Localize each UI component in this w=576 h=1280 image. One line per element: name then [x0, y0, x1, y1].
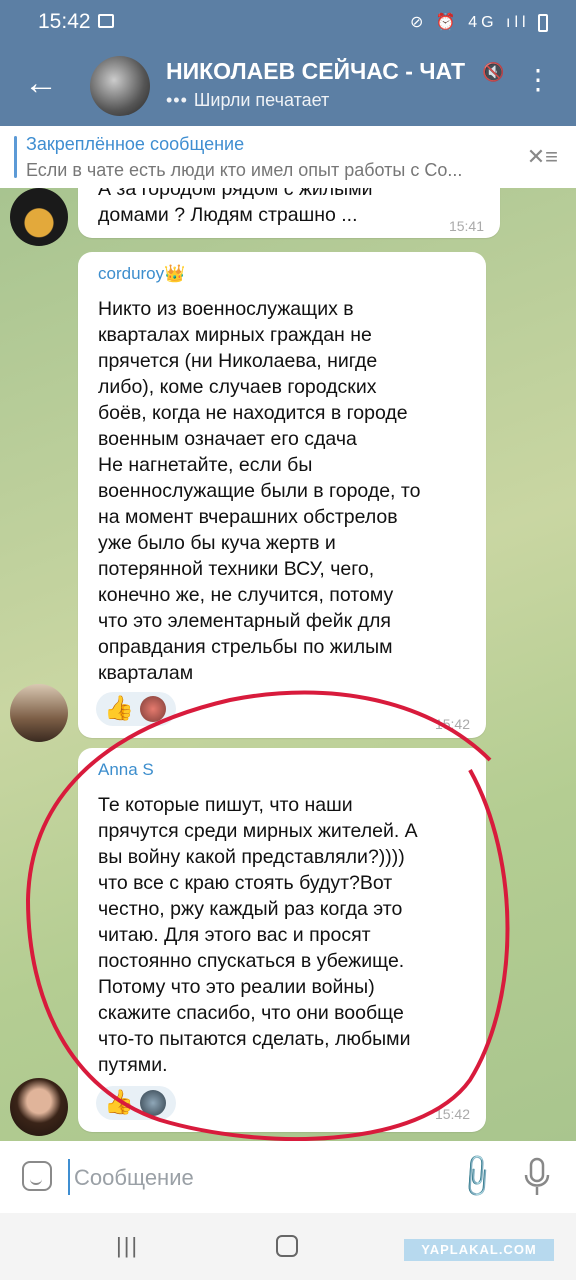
- home-icon[interactable]: [276, 1235, 298, 1257]
- pin-list-icon[interactable]: ✕≡: [527, 144, 558, 170]
- message-line: скажите спасибо, что они вообще: [98, 1002, 404, 1024]
- status-time: 15:42: [38, 10, 91, 33]
- more-options-icon[interactable]: ⋮: [524, 66, 552, 94]
- message-line: вы войну какой представляли?)))): [98, 846, 405, 868]
- status-icons-text: ⊘ ⏰ 4G ıll: [409, 14, 530, 31]
- message-composer: Сообщение 📎: [0, 1141, 576, 1213]
- chat-title[interactable]: НИКОЛАЕВ СЕЙЧАС - ЧАТ: [166, 58, 465, 85]
- message-bubble[interactable]: Anna S Те которые пишут, что наши прячут…: [78, 748, 486, 1132]
- message-line: прячутся среди мирных жителей. А: [98, 820, 418, 842]
- typing-text: Ширли печатает: [193, 90, 330, 110]
- message-line: уже было бы куча жертв и: [98, 532, 336, 554]
- avatar[interactable]: [10, 684, 68, 742]
- recent-apps-icon[interactable]: |||: [116, 1233, 139, 1259]
- muted-icon: 🔇: [482, 62, 505, 82]
- pinned-message-bar[interactable]: Закреплённое сообщение Если в чате есть …: [0, 126, 576, 189]
- message-line: конечно же, не случится, потому: [98, 584, 394, 606]
- message-line: на момент вчерашних обстрелов: [98, 506, 398, 528]
- message-author[interactable]: Anna S: [98, 760, 154, 780]
- status-bar: 15:42 ⊘ ⏰ 4G ıll: [0, 0, 576, 44]
- message-line: прячется (ни Николаева, нигде: [98, 350, 378, 372]
- message-text: Те которые пишут, что наши прячутся сред…: [98, 792, 418, 1078]
- reactor-avatar: [140, 1090, 166, 1116]
- message-line: что-то пытаются сделать, любыми: [98, 1028, 411, 1050]
- typing-status: ••• Ширли печатает: [166, 90, 329, 111]
- battery-icon: [538, 13, 548, 32]
- thumbs-up-icon: 👍: [104, 1089, 134, 1116]
- chat-area[interactable]: А за городом рядом с жилыми домами ? Люд…: [0, 188, 576, 1141]
- message-line: либо), коме случаев городских: [98, 376, 377, 398]
- message-line: военнослужащие были в городе, то: [98, 480, 421, 502]
- message-time: 15:41: [448, 218, 484, 234]
- typing-dots-icon: •••: [166, 90, 188, 110]
- back-arrow-icon[interactable]: ←: [24, 66, 58, 100]
- message-author[interactable]: corduroy👑: [98, 264, 185, 284]
- message-line: постоянно спускаться в убежище.: [98, 950, 405, 972]
- message-bubble[interactable]: corduroy👑 Никто из военнослужащих в квар…: [78, 252, 486, 738]
- message-line: военным означает его сдача: [98, 428, 357, 450]
- pinned-title: Закреплённое сообщение: [26, 134, 245, 154]
- message-time: 15:42: [434, 716, 470, 732]
- message-text: А за городом рядом с жилыми домами ? Люд…: [98, 188, 373, 228]
- microphone-icon[interactable]: [524, 1157, 550, 1197]
- chat-header: ← НИКОЛАЕВ СЕЙЧАС - ЧАТ 🔇 ••• Ширли печат…: [0, 44, 576, 126]
- message-line: что это элементарный фейк для: [98, 610, 391, 632]
- pinned-text: Если в чате есть люди кто имел опыт рабо…: [26, 160, 463, 180]
- attach-icon[interactable]: 📎: [451, 1151, 502, 1202]
- message-line: путями.: [98, 1054, 168, 1076]
- message-line: честно, ржу каждый раз когда это: [98, 898, 403, 920]
- message-line: Никто из военнослужащих в: [98, 298, 354, 320]
- message-line: Не нагнетайте, если бы: [98, 454, 313, 476]
- reactor-avatar: [140, 696, 166, 722]
- chat-avatar[interactable]: [90, 56, 150, 116]
- message-line: боёв, когда не находится в городе: [98, 402, 408, 424]
- message-line: кварталах мирных граждан не: [98, 324, 372, 346]
- message-line: читаю. Для этого вас и просят: [98, 924, 371, 946]
- sticker-emoji-icon[interactable]: [22, 1161, 52, 1191]
- message-line: Те которые пишут, что наши: [98, 794, 353, 816]
- message-text: Никто из военнослужащих в кварталах мирн…: [98, 296, 420, 686]
- text-cursor: [68, 1159, 70, 1195]
- message-bubble[interactable]: А за городом рядом с жилыми домами ? Люд…: [78, 188, 500, 238]
- pinned-indicator: [14, 136, 17, 178]
- message-line: кварталам: [98, 662, 194, 684]
- watermark: YAPLAKAL.COM: [404, 1239, 554, 1261]
- message-input[interactable]: Сообщение: [74, 1165, 194, 1191]
- message-line: потерянной техники ВСУ, чего,: [98, 558, 375, 580]
- message-line: что все с краю стоять будут?Вот: [98, 872, 393, 894]
- gallery-notification-icon: [98, 14, 114, 28]
- reaction-badge[interactable]: 👍: [96, 1086, 176, 1120]
- message-time: 15:42: [434, 1106, 470, 1122]
- message-line: А за городом рядом с жилыми: [98, 188, 373, 200]
- message-line: Потому что это реалии войны): [98, 976, 375, 998]
- message-line: оправдания стрельбы по жилым: [98, 636, 393, 658]
- status-icons: ⊘ ⏰ 4G ıll: [410, 12, 548, 32]
- thumbs-up-icon: 👍: [104, 695, 134, 722]
- avatar[interactable]: [10, 1078, 68, 1136]
- reaction-badge[interactable]: 👍: [96, 692, 176, 726]
- avatar[interactable]: [10, 188, 68, 246]
- message-line: домами ? Людям страшно ...: [98, 204, 358, 226]
